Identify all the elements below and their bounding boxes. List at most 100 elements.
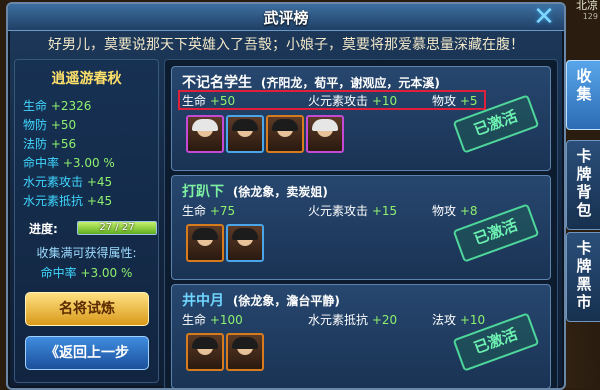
combo-card[interactable]: 打趴下 (徐龙象，卖炭姐) 生命 +75 火元素攻击 +15 物攻 +8 已激活 [171, 175, 551, 280]
portrait-hair [232, 119, 258, 131]
combo-stats-highlight: 生命 +50 火元素攻击 +10 物攻 +5 [178, 90, 486, 110]
combo-stat: 物攻 +8 [432, 202, 478, 219]
portrait-hair [232, 228, 258, 240]
stat-hp: 生命 +2326 [23, 97, 91, 114]
combo-members: (徐龙象，卖炭姐) [232, 185, 328, 199]
combo-stat-value: +100 [209, 313, 243, 327]
tab-card-bag[interactable]: 卡牌背包 [566, 140, 600, 230]
portrait-hair [192, 119, 218, 131]
stat-value: +56 [50, 137, 77, 151]
combo-name: 井中月 (徐龙象，澹台平静) [182, 290, 340, 310]
combo-members: (徐龙象，澹台平静) [232, 294, 340, 308]
combo-stat: 生命 +75 [182, 202, 235, 219]
combo-stat: 生命 +50 [182, 92, 235, 109]
combo-stat-label: 火元素攻击 [308, 204, 369, 218]
portrait-hair [272, 119, 298, 131]
combo-stat: 火元素攻击 +15 [308, 202, 397, 219]
hero-portrait[interactable] [226, 333, 264, 371]
stat-water-atk: 水元素攻击 +45 [23, 173, 112, 190]
collect-note: 收集满可获得属性: [36, 246, 137, 260]
corner-server-sub: 129 [582, 12, 598, 21]
combo-name: 打趴下 (徐龙象，卖炭姐) [182, 181, 328, 201]
combo-stat-label: 生命 [182, 204, 207, 218]
combo-stat: 生命 +100 [182, 311, 243, 328]
hero-portrait[interactable] [226, 115, 264, 153]
stat-label: 物防 [23, 118, 48, 132]
combo-stat-value: +75 [209, 204, 236, 218]
hero-portrait[interactable] [226, 224, 264, 262]
stat-label: 法防 [23, 137, 48, 151]
tab-card-market[interactable]: 卡牌黑市 [566, 232, 600, 322]
combo-stat-label: 物攻 [432, 204, 457, 218]
combo-title: 不记名学生 [182, 75, 252, 91]
tab-collect[interactable]: 收集 [566, 60, 600, 130]
stat-label: 水元素攻击 [23, 175, 84, 189]
combo-stat: 法攻 +10 [432, 311, 485, 328]
collection-title: 逍遥游春秋 [51, 71, 122, 87]
combo-stat-value: +15 [371, 204, 398, 218]
hero-portrait[interactable] [186, 224, 224, 262]
stat-phys-def: 物防 +50 [23, 116, 76, 133]
combo-card[interactable]: 不记名学生 (齐阳龙，荀平，谢观应，元本溪) 生命 +50 火元素攻击 +10 … [171, 66, 551, 171]
portrait-hair [232, 337, 258, 349]
progress-text: 27 / 27 [99, 222, 135, 233]
stat-water-res: 水元素抵抗 +45 [23, 192, 112, 209]
combo-stat-label: 物攻 [432, 94, 457, 108]
combo-stat-value: +8 [459, 204, 478, 218]
close-icon[interactable]: ✕ [528, 4, 560, 30]
title-bar: 武评榜 ✕ [8, 4, 564, 31]
hero-portrait[interactable] [306, 115, 344, 153]
combo-title: 打趴下 [182, 184, 224, 200]
combo-stat-label: 水元素抵抗 [308, 313, 369, 327]
corner-server-text: 北凉 [576, 0, 598, 12]
hero-portrait[interactable] [186, 333, 224, 371]
back-button[interactable]: 《返回上一步 [25, 336, 149, 370]
combo-stat-value: +10 [371, 94, 398, 108]
combo-stat: 物攻 +5 [432, 92, 478, 109]
collection-summary-panel: 逍遥游春秋 生命 +2326 物防 +50 法防 +56 命中率 +3.00 %… [14, 59, 159, 383]
wuping-window: 武评榜 ✕ 好男儿，莫要说那天下英雄入了吾彀；小娘子，莫要将那爱慕思量深藏在腹！… [6, 2, 566, 390]
portrait-hair [312, 119, 338, 131]
combo-stat-label: 法攻 [432, 313, 457, 327]
reward-label: 命中率 [40, 266, 77, 280]
combo-name: 不记名学生 (齐阳龙，荀平，谢观应，元本溪) [182, 72, 440, 92]
combo-stats: 生命 +100 水元素抵抗 +20 法攻 +10 [180, 311, 485, 329]
stat-value: +2326 [50, 99, 92, 113]
hero-portrait[interactable] [186, 115, 224, 153]
tab-label: 卡牌背包 [576, 147, 592, 219]
portrait-hair [192, 337, 218, 349]
combo-title: 井中月 [182, 293, 224, 309]
stat-hit-rate: 命中率 +3.00 % [23, 154, 115, 171]
stat-magic-def: 法防 +56 [23, 135, 76, 152]
hero-portrait[interactable] [266, 115, 304, 153]
slogan-text: 好男儿，莫要说那天下英雄入了吾彀；小娘子，莫要将那爱慕思量深藏在腹！ [48, 37, 524, 53]
tab-label: 卡牌黑市 [576, 239, 592, 311]
stat-value: +3.00 % [62, 156, 115, 170]
portrait-hair [192, 228, 218, 240]
progress-bar: 27 / 27 [77, 221, 157, 235]
stat-value: +50 [50, 118, 77, 132]
window-title: 武评榜 [263, 9, 309, 27]
combo-stat: 水元素抵抗 +20 [308, 311, 397, 328]
tab-label: 收集 [576, 67, 592, 103]
stat-value: +45 [86, 194, 113, 208]
stat-label: 命中率 [23, 156, 60, 170]
combo-list[interactable]: 不记名学生 (齐阳龙，荀平，谢观应，元本溪) 生命 +50 火元素攻击 +10 … [164, 59, 558, 388]
combo-members: (齐阳龙，荀平，谢观应，元本溪) [260, 76, 440, 90]
combo-stat-value: +10 [459, 313, 486, 327]
combo-stat-value: +5 [459, 94, 478, 108]
combo-stats: 生命 +75 火元素攻击 +15 物攻 +8 [180, 202, 480, 220]
stat-label: 水元素抵抗 [23, 194, 84, 208]
reward-value: +3.00 % [80, 266, 133, 280]
combo-stat-label: 生命 [182, 313, 207, 327]
combo-stat: 火元素攻击 +10 [308, 92, 397, 109]
collect-reward: 命中率 +3.00 % [15, 264, 158, 281]
progress-label: 进度: [29, 222, 58, 236]
combo-stat-label: 火元素攻击 [308, 94, 369, 108]
stat-value: +45 [86, 175, 113, 189]
famous-general-trial-button[interactable]: 名将试炼 [25, 292, 149, 326]
stat-label: 生命 [23, 99, 48, 113]
combo-stat-value: +20 [371, 313, 398, 327]
combo-card[interactable]: 井中月 (徐龙象，澹台平静) 生命 +100 水元素抵抗 +20 法攻 +10 … [171, 284, 551, 388]
combo-stat-value: +50 [209, 94, 236, 108]
